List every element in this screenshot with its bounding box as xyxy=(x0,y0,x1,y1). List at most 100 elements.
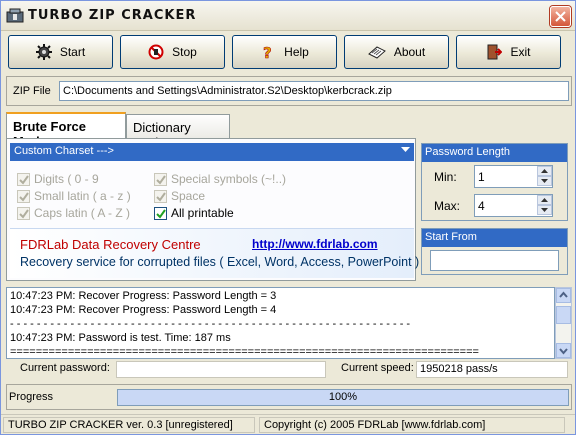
about-icon xyxy=(367,46,386,59)
stop-label: Stop xyxy=(172,45,197,59)
password-length-group: Password Length Min: 1 Max: 4 xyxy=(421,143,568,221)
question-icon: ? xyxy=(263,44,272,60)
status-copyright: Copyright (c) 2005 FDRLab [www.fdrlab.co… xyxy=(259,417,565,433)
brute-force-panel: Custom Charset ---> Digits ( 0 - 9 Small… xyxy=(6,138,419,281)
close-icon xyxy=(555,11,566,22)
checkbox-small-latin-label: Small latin ( a - z ) xyxy=(34,189,131,203)
current-speed-field: 1950218 pass/s xyxy=(416,361,568,378)
zip-file-path-input[interactable]: C:\Documents and Settings\Administrator.… xyxy=(59,81,569,101)
max-length-spinner[interactable]: 4 xyxy=(474,194,553,217)
start-from-input[interactable] xyxy=(430,250,559,271)
min-label: Min: xyxy=(434,170,457,184)
arrow-down-icon xyxy=(541,179,548,183)
min-length-spinner[interactable]: 1 xyxy=(474,165,553,188)
scroll-thumb[interactable] xyxy=(556,306,571,324)
current-info-row: Current password: Current speed: 1950218… xyxy=(6,361,572,379)
max-label: Max: xyxy=(434,199,461,213)
checkbox-box xyxy=(154,189,167,203)
promo-banner: FDRLab Data Recovery Centre http://www.f… xyxy=(10,228,419,278)
arrow-up-icon xyxy=(559,291,568,298)
log-output[interactable]: 10:47:23 PM: Recover Progress: Password … xyxy=(6,287,555,359)
arrow-down-icon xyxy=(559,348,568,355)
min-decrement-button[interactable] xyxy=(537,176,552,186)
arrow-up-icon xyxy=(541,169,548,173)
progress-text: 100% xyxy=(328,391,358,403)
checkbox-caps-latin-label: Caps latin ( A - Z ) xyxy=(34,206,131,220)
checkbox-special-symbols-label: Special symbols (~!..) xyxy=(171,172,287,186)
progress-bar: 100% xyxy=(117,389,569,406)
check-icon xyxy=(19,208,29,219)
check-icon xyxy=(19,191,29,202)
max-spin-buttons xyxy=(537,195,552,216)
password-length-header: Password Length xyxy=(422,144,567,162)
checkbox-digits-label: Digits ( 0 - 9 xyxy=(34,172,99,186)
log-line: 10:47:23 PM: Recover Progress: Password … xyxy=(10,304,277,316)
promo-description: Recovery service for corrupted files ( E… xyxy=(20,255,420,269)
gear-icon xyxy=(35,44,52,60)
max-increment-button[interactable] xyxy=(537,195,552,205)
tab-dictionary[interactable]: Dictionary Mode xyxy=(126,114,230,150)
zip-app-icon xyxy=(6,8,24,24)
scroll-up-button[interactable] xyxy=(556,288,571,303)
start-from-header: Start From xyxy=(422,229,567,247)
checkbox-space-label: Space xyxy=(171,189,206,203)
checkbox-box xyxy=(154,172,167,186)
zip-file-path: C:\Documents and Settings\Administrator.… xyxy=(63,85,392,97)
arrow-up-icon xyxy=(541,198,548,202)
zip-file-label: ZIP File xyxy=(13,85,51,97)
chevron-down-icon xyxy=(401,147,410,152)
status-version: TURBO ZIP CRACKER ver. 0.3 [unregistered… xyxy=(3,417,255,433)
arrow-down-icon xyxy=(541,208,548,212)
checkbox-box xyxy=(17,189,30,203)
about-button[interactable]: About xyxy=(344,35,449,69)
max-length-value: 4 xyxy=(478,199,485,213)
check-icon xyxy=(156,174,166,185)
min-increment-button[interactable] xyxy=(537,166,552,176)
window-title: TURBO ZIP CRACKER xyxy=(28,8,197,23)
tab-brute-force[interactable]: Brute Force Mode xyxy=(6,112,126,149)
log-scrollbar[interactable] xyxy=(555,287,572,359)
check-icon xyxy=(156,191,166,202)
charset-select[interactable]: Custom Charset ---> xyxy=(10,143,414,161)
about-label: About xyxy=(393,45,426,59)
log-line: ========================================… xyxy=(10,346,479,358)
close-button[interactable] xyxy=(550,6,571,27)
start-button[interactable]: Start xyxy=(8,35,113,69)
check-icon xyxy=(156,208,166,219)
checkbox-box xyxy=(17,172,30,186)
checkbox-special-symbols[interactable]: Special symbols (~!..) xyxy=(154,172,286,186)
help-button[interactable]: ? Help xyxy=(232,35,337,69)
charset-value: Custom Charset ---> xyxy=(14,145,114,157)
current-password-label: Current password: xyxy=(20,362,110,374)
progress-label: Progress xyxy=(9,391,54,403)
check-icon xyxy=(19,174,29,185)
exit-label: Exit xyxy=(510,45,531,59)
title-bar: TURBO ZIP CRACKER xyxy=(1,1,575,31)
checkbox-all-printable[interactable]: All printable xyxy=(154,206,234,220)
mode-tabs: Brute Force Mode Dictionary Mode xyxy=(6,112,572,150)
checkbox-box xyxy=(154,206,167,220)
log-line: - - - - - - - - - - - - - - - - - - - - … xyxy=(10,318,411,330)
exit-button[interactable]: Exit xyxy=(456,35,561,69)
current-password-field xyxy=(116,361,326,378)
app-window: TURBO ZIP CRACKER Start Stop ? Help Abou… xyxy=(0,0,576,435)
start-from-group: Start From xyxy=(421,228,568,275)
checkbox-small-latin[interactable]: Small latin ( a - z ) xyxy=(17,189,131,203)
exit-icon xyxy=(487,44,503,60)
zip-file-row: ZIP File C:\Documents and Settings\Admin… xyxy=(6,76,572,106)
checkbox-space[interactable]: Space xyxy=(154,189,205,203)
stop-icon xyxy=(148,44,164,60)
current-speed-label: Current speed: xyxy=(341,362,414,374)
checkbox-all-printable-label: All printable xyxy=(171,206,234,220)
checkbox-caps-latin[interactable]: Caps latin ( A - Z ) xyxy=(17,206,130,220)
scroll-down-button[interactable] xyxy=(556,343,571,358)
log-line: 10:47:23 PM: Recover Progress: Password … xyxy=(10,290,277,302)
promo-title: FDRLab Data Recovery Centre xyxy=(20,237,201,252)
checkbox-digits[interactable]: Digits ( 0 - 9 xyxy=(17,172,99,186)
stop-button[interactable]: Stop xyxy=(120,35,225,69)
min-length-value: 1 xyxy=(478,170,485,184)
promo-link[interactable]: http://www.fdrlab.com xyxy=(252,237,378,251)
checkbox-box xyxy=(17,206,30,220)
status-bar: TURBO ZIP CRACKER ver. 0.3 [unregistered… xyxy=(1,414,575,434)
max-decrement-button[interactable] xyxy=(537,205,552,215)
